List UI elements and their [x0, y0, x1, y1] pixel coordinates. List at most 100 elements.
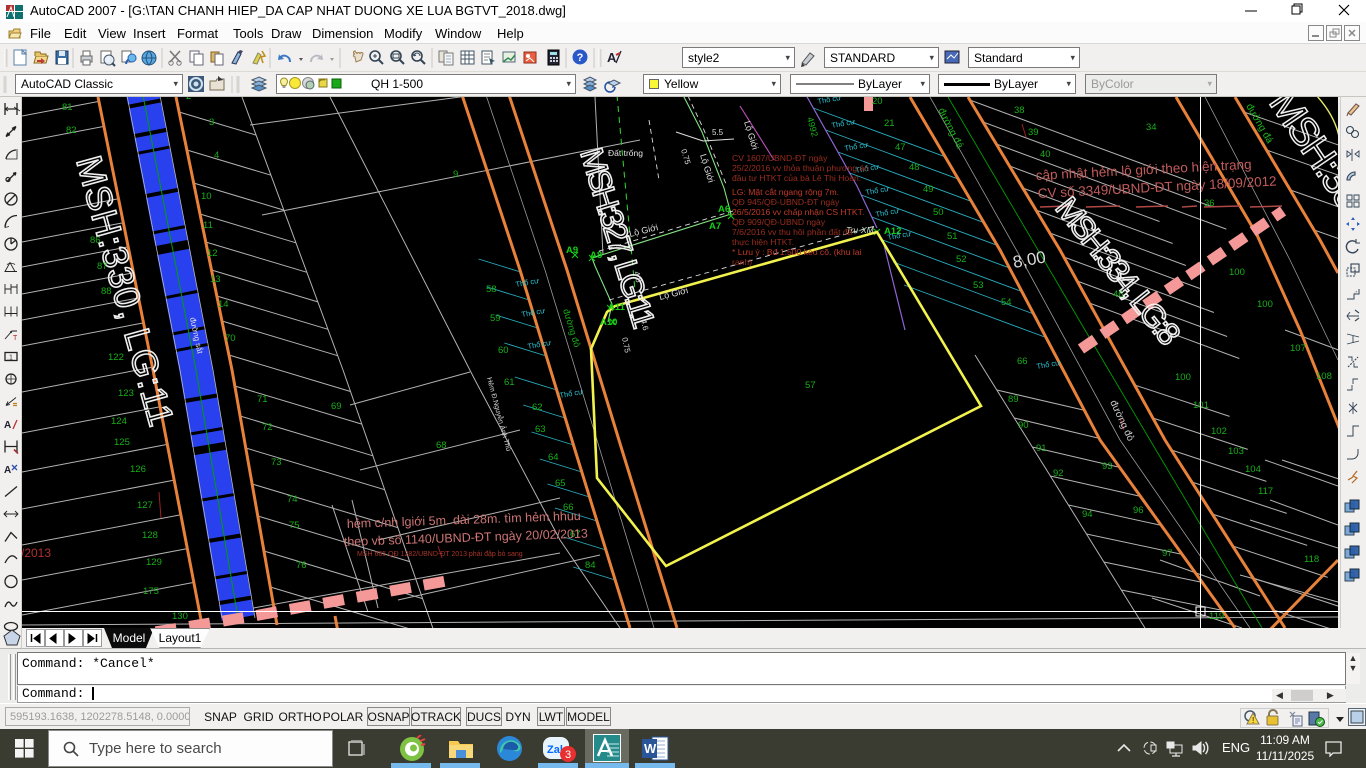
svg-text:81: 81 [62, 102, 73, 113]
svg-text:96: 96 [1133, 505, 1144, 516]
svg-text:QĐ 909/QĐ-UBND ngày: QĐ 909/QĐ-UBND ngày [732, 217, 826, 227]
svg-text:76: 76 [296, 560, 307, 571]
svg-text:2: 2 [186, 97, 191, 102]
svg-text:LG: Mặt cắt ngang rộng 7m.: LG: Mặt cắt ngang rộng 7m. [732, 187, 839, 197]
svg-text:0.75: 0.75 [679, 148, 692, 166]
svg-text:94: 94 [1082, 509, 1093, 520]
svg-text:65: 65 [555, 478, 566, 489]
svg-text:0.75: 0.75 [620, 337, 632, 355]
svg-text:20: 20 [872, 97, 883, 107]
svg-text:3: 3 [209, 117, 214, 128]
svg-text:T: T [13, 335, 18, 342]
svg-text:68: 68 [436, 440, 447, 451]
svg-text:128: 128 [142, 530, 158, 541]
svg-text:11: 11 [203, 220, 213, 231]
svg-text:57: 57 [805, 380, 816, 391]
svg-text:Thổ cư: Thổ cư [515, 276, 540, 289]
svg-text:50: 50 [933, 207, 944, 218]
svg-text:39: 39 [1028, 127, 1039, 138]
svg-text:40: 40 [1040, 149, 1051, 160]
svg-text:63: 63 [535, 424, 546, 435]
svg-text:A11: A11 [608, 302, 626, 313]
svg-text:thực hiện HTKT.: thực hiện HTKT. [732, 237, 794, 247]
svg-text:ranh): ranh) [732, 257, 752, 267]
svg-text:93: 93 [1102, 461, 1113, 472]
svg-text:74: 74 [287, 494, 298, 505]
svg-text:117: 117 [1258, 486, 1273, 497]
svg-text:Thổ cư: Thổ cư [817, 97, 842, 106]
svg-text:A6: A6 [718, 204, 730, 215]
svg-text:12: 12 [207, 248, 218, 259]
svg-text:53: 53 [973, 280, 984, 291]
svg-text:104: 104 [1245, 464, 1261, 475]
svg-text:.1: .1 [7, 355, 13, 362]
svg-text:91: 91 [1036, 443, 1047, 454]
svg-text:129: 129 [146, 557, 162, 568]
svg-text:3: 3 [565, 749, 571, 761]
svg-text:69: 69 [331, 401, 342, 412]
svg-text:102: 102 [1211, 426, 1227, 437]
svg-text:4.6: 4.6 [639, 319, 650, 332]
svg-text:theo vb số 1140/UBND-ĐT ngày 2: theo vb số 1140/UBND-ĐT ngày 20/02/2013 [344, 526, 589, 549]
svg-text:70: 70 [225, 333, 236, 344]
svg-text:122: 122 [108, 352, 124, 363]
svg-text:127: 127 [137, 500, 153, 511]
svg-text:100: 100 [1175, 372, 1191, 383]
svg-text:21: 21 [884, 118, 895, 129]
svg-text:/2013: /2013 [22, 546, 51, 560]
svg-text:Thổ cư: Thổ cư [865, 184, 890, 197]
svg-text:36: 36 [1204, 198, 1215, 209]
svg-text:46: 46 [1113, 289, 1124, 300]
svg-text:54: 54 [1001, 297, 1012, 308]
svg-text:125: 125 [114, 437, 130, 448]
svg-text:60: 60 [498, 345, 509, 356]
svg-text:5.5: 5.5 [712, 128, 724, 137]
svg-text:38: 38 [1014, 105, 1025, 116]
svg-text:7/6/2016 vv thu hồi phần đất đ: 7/6/2016 vv thu hồi phần đất đã [732, 227, 853, 237]
svg-text:51: 51 [947, 231, 958, 242]
svg-text:?: ? [577, 52, 584, 64]
svg-text:34: 34 [1146, 122, 1157, 133]
svg-text:71: 71 [257, 394, 268, 405]
svg-text:MSH 665 QĐ 1282/UBND-ĐT 2013: MSH 665 QĐ 1282/UBND-ĐT 2013 phải đập bỏ… [357, 550, 523, 558]
svg-text:58: 58 [486, 284, 497, 295]
svg-text:A9: A9 [566, 245, 578, 256]
svg-text:84: 84 [585, 560, 596, 571]
svg-text:13: 13 [210, 274, 221, 285]
svg-text:47: 47 [895, 142, 906, 153]
svg-text:89: 89 [1008, 394, 1019, 405]
svg-text:A8: A8 [590, 250, 602, 261]
svg-text:Thổ cư: Thổ cư [521, 306, 546, 319]
svg-text:107: 107 [1290, 343, 1306, 354]
svg-text:124: 124 [111, 416, 127, 427]
svg-text:92: 92 [1053, 468, 1064, 479]
svg-text:126: 126 [130, 464, 146, 475]
svg-text:Lộ Giới: Lộ Giới [742, 120, 760, 151]
svg-text:103: 103 [1228, 446, 1244, 457]
svg-text:đường đỏ: đường đỏ [1107, 398, 1137, 443]
svg-text:61: 61 [504, 377, 515, 388]
svg-text:!: ! [1252, 716, 1254, 725]
svg-text:4: 4 [214, 150, 219, 161]
svg-text:đầu tư HTKT của bà Lê Thị Hoàn: đầu tư HTKT của bà Lê Thị Hoàn. [732, 173, 861, 183]
svg-text:62: 62 [532, 402, 543, 413]
svg-text:* Lưu ý : Bđ 1.500 kéo cõ. (kh: * Lưu ý : Bđ 1.500 kéo cõ. (khu lai [732, 247, 862, 257]
svg-text:90: 90 [1018, 420, 1029, 431]
svg-text:82: 82 [66, 125, 77, 136]
svg-text:108: 108 [1316, 371, 1332, 382]
svg-text:88: 88 [101, 286, 112, 297]
svg-text:119: 119 [1209, 611, 1224, 622]
svg-text:26/5/2016 vv chấp nhận CS HTKT: 26/5/2016 vv chấp nhận CS HTKT. [732, 207, 864, 217]
svg-text:100: 100 [1257, 299, 1273, 310]
svg-text:Thổ cư: Thổ cư [527, 338, 552, 351]
svg-text:14: 14 [218, 299, 229, 310]
svg-text:118: 118 [1304, 554, 1319, 565]
svg-text:Đất trống: Đất trống [608, 148, 643, 158]
svg-text:123: 123 [118, 388, 134, 399]
svg-text:175: 175 [143, 586, 159, 597]
svg-text:Lộ Giới: Lộ Giới [658, 285, 689, 302]
svg-text:86: 86 [90, 235, 101, 246]
svg-text:W: W [644, 741, 657, 756]
svg-text:QĐ 945/QĐ-UBND-ĐT ngày: QĐ 945/QĐ-UBND-ĐT ngày [732, 197, 840, 207]
svg-text:72: 72 [262, 422, 273, 433]
